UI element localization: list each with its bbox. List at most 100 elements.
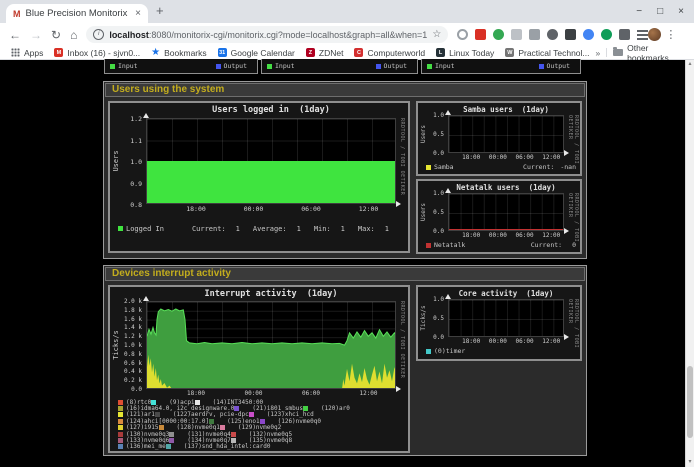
browser-tab[interactable]: M Blue Precision Monitorix × — [6, 4, 148, 23]
bookmark-item-inbox-16-sjvn0[interactable]: MInbox (16) - sjvn0... — [54, 48, 140, 58]
interrupt-activity-panel[interactable]: Interrupt activity (1day) Ticks/s RRDTOO… — [108, 285, 410, 453]
scrollbar-thumb[interactable] — [687, 366, 693, 438]
voice-extension-icon[interactable] — [493, 29, 504, 40]
x-tick-label: 18:00 — [458, 232, 484, 239]
graph-title: Samba users (1day) — [448, 105, 564, 114]
reading-list-icon[interactable] — [637, 30, 648, 40]
monitorix-page: Input Output Input Output Input Output U… — [0, 60, 694, 467]
graph-legend: Logged InCurrent:1Average:1Min:1Max:1 — [118, 224, 404, 233]
users-logged-in-panel[interactable]: Users logged in (1day) Users RRDTOOL / T… — [108, 101, 410, 253]
output-legend-swatch — [539, 64, 544, 69]
x-tick-label: 00:00 — [241, 205, 267, 213]
x-tick-label: 18:00 — [183, 390, 209, 397]
toolbar: ← → ↻ ⌂ i localhost :8080/monitorix-cgi/… — [0, 23, 694, 46]
y-tick-label: 1.0 — [418, 112, 444, 119]
page-scrollbar[interactable]: ▴ ▾ — [685, 60, 694, 467]
x-axis-arrow — [396, 201, 401, 207]
x-tick-label: 06:00 — [512, 338, 538, 345]
y-tick-label: 0.2 k — [110, 377, 142, 384]
bookmark-item-practical-technol[interactable]: WPractical Technol... — [505, 48, 589, 58]
partial-graph-panel[interactable]: Input Output — [104, 59, 258, 74]
back-icon[interactable]: ← — [9, 29, 21, 41]
y-axis-arrow — [143, 113, 149, 118]
bookmarks-divider — [606, 48, 607, 57]
close-button[interactable]: × — [678, 6, 684, 17]
input-legend-swatch — [110, 64, 115, 69]
legend-text: Current: — [523, 163, 554, 171]
privacy-extension-icon[interactable] — [547, 29, 558, 40]
y-tick-label: 1.8 k — [110, 307, 142, 314]
bookmark-item-apps[interactable]: Apps — [11, 48, 43, 58]
bookmark-favicon: Z — [306, 48, 315, 57]
y-tick-label: 0.8 — [110, 201, 142, 209]
tab-close-icon[interactable]: × — [135, 8, 141, 19]
y-tick-label: 0.9 — [110, 180, 142, 188]
output-legend-label: Output — [224, 62, 247, 70]
graph-title: Users logged in (1day) — [146, 105, 396, 115]
monitorix-favicon: M — [13, 9, 21, 19]
chat-extension-icon[interactable] — [583, 29, 594, 40]
legend-text: (0)timer — [434, 347, 465, 355]
maximize-button[interactable]: □ — [657, 6, 663, 17]
address-bar[interactable]: i localhost :8080/monitorix-cgi/monitori… — [86, 26, 448, 43]
bookmarks-bar: » Other bookmarks AppsMInbox (16) - sjvn… — [0, 46, 694, 60]
output-legend-label: Output — [547, 62, 570, 70]
y-tick-label: 0.5 — [418, 315, 444, 322]
bookmark-favicon: L — [436, 48, 445, 57]
extensions-puzzle-icon[interactable] — [619, 29, 630, 40]
chrome-menu-icon[interactable]: ⋮ — [665, 28, 676, 41]
notes-extension-icon[interactable] — [529, 29, 540, 40]
reload-icon[interactable]: ↻ — [51, 29, 61, 41]
core-activity-panel[interactable]: Core activity (1day) Ticks/s RRDTOOL / T… — [416, 285, 582, 361]
bookmark-item-computerworld[interactable]: CComputerworld — [354, 48, 425, 58]
sheets-extension-icon[interactable] — [601, 29, 612, 40]
plot-area — [448, 193, 564, 231]
y-tick-label: 0.6 k — [110, 360, 142, 367]
bookmark-item-linux-today[interactable]: L Linux Today — [436, 48, 494, 58]
home-icon[interactable]: ⌂ — [70, 29, 77, 41]
search-extension-icon[interactable] — [457, 29, 468, 40]
copy-extension-icon[interactable] — [511, 29, 522, 40]
samba-users-panel[interactable]: Samba users (1day) Users RRDTOOL / TOBI … — [416, 101, 582, 176]
legend-text: 1 — [297, 225, 301, 233]
extension-icons — [457, 29, 648, 40]
interrupt-activity-graph: Interrupt activity (1day) Ticks/s RRDTOO… — [110, 287, 408, 451]
bookmark-item-zdnet[interactable]: ZZDNet — [306, 48, 344, 58]
scroll-up-icon[interactable]: ▴ — [686, 60, 694, 69]
rrdtool-watermark: RRDTOOL / TOBI OETIKER — [399, 118, 405, 195]
partial-graph-panel[interactable]: Input Output — [261, 59, 418, 74]
legend-swatch — [118, 412, 123, 417]
legend-swatch — [169, 432, 174, 437]
site-info-icon[interactable]: i — [93, 29, 104, 40]
graph-title: Interrupt activity (1day) — [146, 289, 396, 299]
legend-text: Current: — [192, 225, 226, 233]
legend-text: Netatalk — [434, 241, 465, 249]
legend-swatch — [426, 165, 431, 170]
y-tick-label: 1.1 — [110, 137, 142, 145]
mail-extension-icon[interactable] — [475, 29, 486, 40]
legend-swatch — [234, 406, 239, 411]
profile-avatar[interactable] — [648, 28, 661, 41]
legend-swatch — [118, 438, 123, 443]
minimize-button[interactable]: − — [636, 6, 642, 17]
forward-icon[interactable]: → — [30, 29, 42, 41]
new-tab-button[interactable]: + — [156, 3, 164, 18]
netatalk-users-panel[interactable]: Netatalk users (1day) Users RRDTOOL / TO… — [416, 179, 582, 254]
scroll-down-icon[interactable]: ▾ — [686, 458, 694, 467]
bookmark-item-google-calendar[interactable]: 31Google Calendar — [218, 48, 295, 58]
x-axis-arrow — [564, 334, 569, 340]
logged-in-area — [147, 161, 395, 203]
bookmark-item-bookmarks[interactable]: ★Bookmarks — [151, 48, 206, 58]
y-tick-label: 1.0 — [110, 158, 142, 166]
bookmark-star-icon[interactable]: ☆ — [432, 29, 441, 40]
bookmark-favicon: M — [54, 48, 63, 57]
interrupt-series — [147, 302, 396, 389]
legend-text: (126)nvme0q0 — [278, 418, 321, 425]
partial-graph-panel[interactable]: Input Output — [421, 59, 581, 74]
bookmark-label: Linux Today — [449, 48, 494, 58]
legend-swatch — [260, 419, 265, 424]
phone-extension-icon[interactable] — [565, 29, 576, 40]
bookmarks-overflow-icon[interactable]: » — [596, 48, 601, 58]
url-path: :8080/monitorix-cgi/monitorix.cgi?mode=l… — [149, 30, 428, 40]
y-tick-label: 0.8 k — [110, 351, 142, 358]
